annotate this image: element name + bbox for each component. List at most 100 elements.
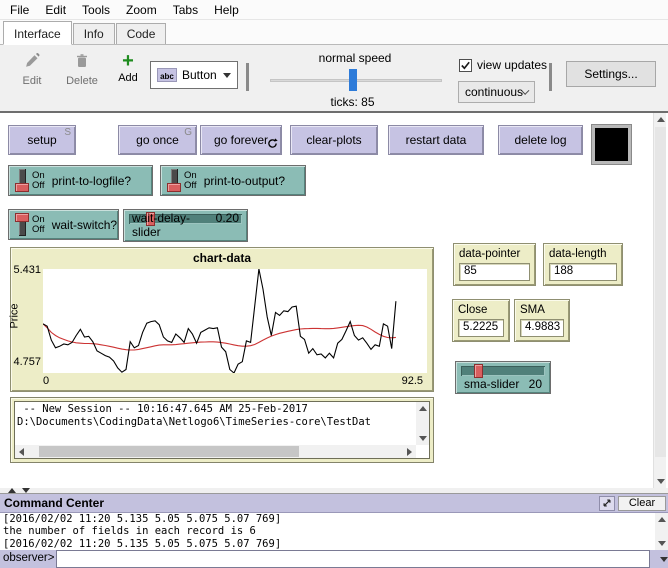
scroll-down-icon[interactable] xyxy=(419,436,427,441)
view-updates-checkbox[interactable] xyxy=(459,59,472,72)
delete-log-button[interactable]: delete log xyxy=(498,125,583,155)
monitor-label: Close xyxy=(458,304,504,316)
switch-print-to-output[interactable]: OnOff print-to-output? xyxy=(160,165,306,196)
monitor-label: SMA xyxy=(520,304,564,316)
switch-label: wait-switch? xyxy=(52,218,117,232)
monitor-label: data-pointer xyxy=(459,248,530,260)
menu-help[interactable]: Help xyxy=(206,1,247,19)
forever-loop-icon xyxy=(267,138,278,152)
switch-wait[interactable]: OnOff wait-switch? xyxy=(8,209,119,240)
slider-track[interactable] xyxy=(461,366,545,376)
monitor-value: 4.9883 xyxy=(520,319,564,337)
setup-button[interactable]: setup S xyxy=(8,125,76,155)
menu-bar: File Edit Tools Zoom Tabs Help xyxy=(0,0,668,20)
tab-interface[interactable]: Interface xyxy=(3,21,72,45)
pencil-icon xyxy=(24,53,40,72)
output-widget: -- New Session -- 10:16:47.645 AM 25-Feb… xyxy=(10,397,434,463)
off-label: Off xyxy=(32,225,45,235)
edit-button[interactable]: Edit xyxy=(12,53,52,87)
toggle-handle[interactable] xyxy=(167,169,181,192)
toggle-handle[interactable] xyxy=(15,169,29,192)
button-label: clear-plots xyxy=(306,133,361,147)
trash-icon xyxy=(74,53,90,72)
agent-type-dropdown[interactable] xyxy=(650,550,668,568)
command-prompt-row: observer> xyxy=(0,550,668,568)
check-icon xyxy=(460,60,471,71)
scrollbar-thumb[interactable] xyxy=(655,127,666,457)
delete-button[interactable]: Delete xyxy=(60,53,104,87)
update-mode-value: continuous xyxy=(465,85,523,99)
go-once-button[interactable]: go once G xyxy=(118,125,197,155)
off-label: Off xyxy=(184,181,197,191)
observer-prompt-label: observer> xyxy=(0,550,56,568)
delete-label: Delete xyxy=(66,75,98,87)
output-horizontal-scrollbar[interactable] xyxy=(15,445,416,458)
command-input[interactable] xyxy=(56,550,650,568)
settings-button[interactable]: Settings... xyxy=(566,61,656,87)
clear-button[interactable]: Clear xyxy=(618,496,666,511)
toolbar: Edit Delete + Add abc Button normal spee… xyxy=(0,45,668,113)
wait-delay-slider[interactable]: wait-delay-slider 0.20 xyxy=(123,209,248,242)
y-axis-label: Price xyxy=(9,303,21,328)
toggle-handle[interactable] xyxy=(15,213,29,236)
tab-code[interactable]: Code xyxy=(116,23,167,44)
widget-type-dropdown[interactable]: abc Button xyxy=(150,61,238,89)
canvas-vertical-scrollbar[interactable] xyxy=(653,113,666,488)
plot-chart-data: chart-data 5.431 Price 4.757 0 92.5 xyxy=(10,247,434,392)
menu-edit[interactable]: Edit xyxy=(37,1,74,19)
monitor-data-pointer: data-pointer 85 xyxy=(453,243,536,286)
scroll-left-icon[interactable] xyxy=(19,448,24,456)
speed-slider-thumb[interactable] xyxy=(349,69,357,91)
scroll-up-icon[interactable] xyxy=(657,117,665,122)
menu-tabs[interactable]: Tabs xyxy=(165,1,206,19)
sma-slider[interactable]: sma-slider 20 xyxy=(455,361,551,394)
menu-tools[interactable]: Tools xyxy=(74,1,118,19)
button-label: delete log xyxy=(514,133,566,147)
slider-label: wait-delay-slider xyxy=(132,211,216,239)
edit-label: Edit xyxy=(23,75,42,87)
on-label: On xyxy=(184,171,197,181)
scroll-down-icon[interactable] xyxy=(658,541,666,546)
plot-canvas xyxy=(43,269,427,373)
toolbar-separator xyxy=(246,63,249,91)
monitor-label: data-length xyxy=(549,248,617,260)
plot-area xyxy=(43,269,427,373)
chevron-down-icon xyxy=(223,73,231,78)
output-vertical-scrollbar[interactable] xyxy=(416,402,429,445)
output-text: -- New Session -- 10:16:47.645 AM 25-Feb… xyxy=(17,403,413,444)
update-mode-dropdown[interactable]: continuous xyxy=(458,81,535,103)
tab-info[interactable]: Info xyxy=(73,23,115,44)
restart-data-button[interactable]: restart data xyxy=(388,125,484,155)
y-axis-max: 5.431 xyxy=(13,264,41,276)
monitor-value: 85 xyxy=(459,263,530,281)
monitor-close: Close 5.2225 xyxy=(452,299,510,342)
scroll-right-icon[interactable] xyxy=(407,448,412,456)
world-view[interactable] xyxy=(592,125,631,164)
expand-button[interactable] xyxy=(599,496,615,511)
toolbar-separator xyxy=(549,63,552,91)
switch-print-to-logfile[interactable]: OnOff print-to-logfile? xyxy=(8,165,153,196)
command-output-text: [2016/02/02 11:20 5.135 5.05 5.075 5.07 … xyxy=(3,513,652,550)
on-label: On xyxy=(32,215,45,225)
scrollbar-thumb[interactable] xyxy=(39,446,299,457)
menu-file[interactable]: File xyxy=(2,1,37,19)
monitor-value: 5.2225 xyxy=(458,319,504,337)
add-button[interactable]: + Add xyxy=(112,53,144,84)
interface-canvas: setup S go once G go forever clear-plots… xyxy=(0,113,668,488)
scroll-down-icon[interactable] xyxy=(657,479,665,484)
diagonal-resize-icon xyxy=(602,498,612,508)
slider-value: 20 xyxy=(529,377,542,391)
menu-zoom[interactable]: Zoom xyxy=(118,1,165,19)
scroll-up-icon[interactable] xyxy=(658,517,666,522)
go-forever-button[interactable]: go forever xyxy=(200,125,282,155)
ticks-counter: ticks: 85 xyxy=(300,95,405,109)
tab-strip: Interface Info Code xyxy=(0,20,668,45)
scroll-up-icon[interactable] xyxy=(419,406,427,411)
close-line xyxy=(43,269,396,373)
clear-plots-button[interactable]: clear-plots xyxy=(290,125,378,155)
command-vertical-scrollbar[interactable] xyxy=(655,513,668,550)
button-label: setup xyxy=(27,133,56,147)
off-label: Off xyxy=(32,181,45,191)
slider-handle[interactable] xyxy=(474,364,483,378)
monitor-value: 188 xyxy=(549,263,617,281)
